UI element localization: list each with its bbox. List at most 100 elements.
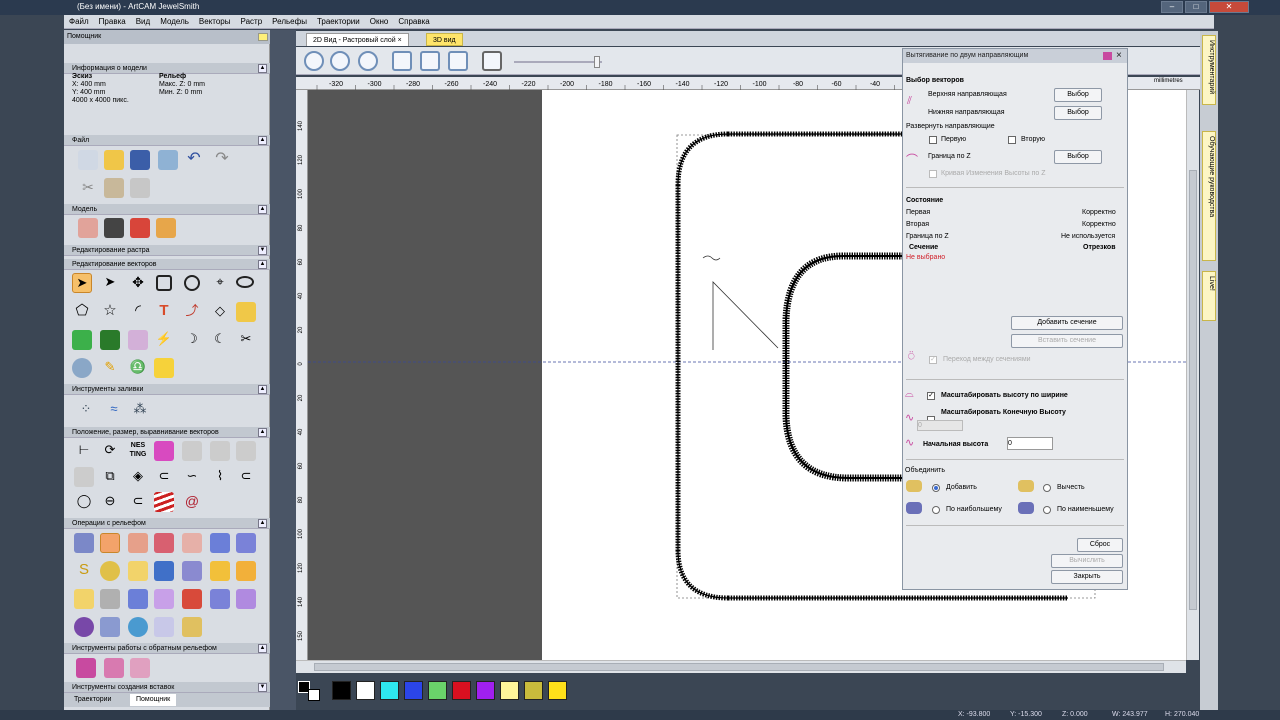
save-relief-icon[interactable]	[210, 589, 230, 609]
collapse-icon[interactable]: ▲	[258, 136, 267, 145]
spin-icon[interactable]	[128, 533, 148, 553]
zoom-fit-icon[interactable]	[420, 51, 440, 71]
two-rail-sweep-icon[interactable]	[182, 533, 202, 553]
zoom-slider-track[interactable]	[514, 61, 602, 63]
panel-splitter[interactable]	[270, 30, 296, 710]
zoom-out-icon[interactable]	[330, 51, 350, 71]
transition-checkbox[interactable]: ✓	[929, 356, 937, 364]
section-fill-tools[interactable]: Инструменты заливки ▲	[64, 384, 270, 395]
collapse-icon[interactable]: ▲	[258, 64, 267, 73]
paste-relief-icon[interactable]	[128, 589, 148, 609]
weave-relief-icon[interactable]	[154, 617, 174, 637]
cut-icon[interactable]: ✂	[78, 178, 98, 198]
star-icon[interactable]: ☆	[100, 302, 120, 322]
expand-icon[interactable]: ▼	[258, 246, 267, 255]
tab-3d-view[interactable]: 3D вид	[426, 33, 463, 46]
menu-model[interactable]: Модель	[155, 15, 194, 28]
dialog-close-icon[interactable]: ×	[1116, 49, 1122, 63]
zoom-previous-icon[interactable]	[358, 51, 378, 71]
paste-icon[interactable]	[130, 178, 150, 198]
combine-max-radio[interactable]	[932, 506, 940, 514]
reset-button[interactable]: Сброс	[1077, 538, 1123, 552]
bake-icon[interactable]	[210, 561, 230, 581]
menu-toolpaths[interactable]: Траектории	[312, 15, 365, 28]
close-dialog-button[interactable]: Закрыть	[1051, 570, 1123, 584]
section-model[interactable]: Модель ▲	[64, 204, 270, 215]
start-height-input[interactable]	[1007, 437, 1053, 450]
new-file-icon[interactable]	[78, 150, 98, 170]
rotate-icon[interactable]: ⟳	[100, 441, 120, 461]
color-swatch[interactable]	[476, 681, 495, 700]
sculpt-icon[interactable]	[236, 533, 256, 553]
nesting-icon[interactable]: NES TING	[128, 441, 148, 461]
vector-text-icon[interactable]: ⤴	[182, 302, 202, 322]
subtract-vectors-icon[interactable]: ⚡	[154, 330, 174, 350]
section-relief-ops[interactable]: Операции с рельефом ▲	[64, 518, 270, 529]
combine-subtract-radio[interactable]	[1043, 484, 1051, 492]
bitmap-to-vector-icon[interactable]	[72, 330, 92, 350]
s-curve-icon[interactable]: S	[74, 561, 94, 581]
vertical-scrollbar[interactable]	[1186, 90, 1199, 660]
ellipse-icon[interactable]	[236, 276, 254, 288]
section-reverse-relief[interactable]: Инструменты работы с обратным рельефом ▲	[64, 643, 270, 654]
close-button[interactable]: ✕	[1209, 1, 1249, 13]
split-icon[interactable]	[236, 441, 256, 461]
stamp-icon[interactable]	[182, 589, 202, 609]
calculate-button[interactable]: Вычислить	[1051, 554, 1123, 568]
reverse-relief-third-icon[interactable]	[130, 658, 150, 678]
node-icon[interactable]: ◇	[210, 302, 230, 322]
fill-pattern-icon[interactable]: ⁘	[76, 400, 96, 420]
arc-icon[interactable]: ◜	[128, 302, 148, 322]
tab-2d-view[interactable]: 2D Вид - Растровый слой ×	[306, 33, 409, 46]
reverse-relief-alt-icon[interactable]	[104, 658, 124, 678]
fill-wave-icon[interactable]: ≈	[104, 400, 124, 420]
scissors-icon[interactable]: ✂	[236, 330, 256, 350]
section-align[interactable]: Положение, размер, выравнивание векторов…	[64, 427, 270, 438]
polygon-icon[interactable]: ⬠	[72, 302, 92, 322]
color-swatch[interactable]	[404, 681, 423, 700]
smooth-icon[interactable]	[128, 561, 148, 581]
collapse-icon[interactable]: ▲	[258, 385, 267, 394]
save-file-icon[interactable]	[130, 150, 150, 170]
menu-bitmap[interactable]: Растр	[236, 15, 268, 28]
color-swatch[interactable]	[356, 681, 375, 700]
fillet-icon[interactable]	[236, 302, 256, 322]
box-relief-icon[interactable]	[182, 617, 202, 637]
select-z-boundary-button[interactable]: Выбор	[1054, 150, 1102, 164]
join-icon[interactable]: ⌇	[210, 467, 230, 487]
trim-icon[interactable]: ☾	[210, 330, 230, 350]
tab-toolbox[interactable]: Инструментарий	[1202, 35, 1216, 105]
menu-file[interactable]: Файл	[64, 15, 94, 28]
collapse-icon[interactable]: ▲	[258, 519, 267, 528]
redo-icon[interactable]: ↷	[212, 150, 232, 170]
zoom-in-icon[interactable]	[304, 51, 324, 71]
color-swatch[interactable]	[452, 681, 471, 700]
block-copy-icon[interactable]: ◈	[128, 467, 148, 487]
transform-icon[interactable]: ✥	[128, 273, 148, 293]
tab-tutorials[interactable]: Обучающие руководства	[1202, 131, 1216, 261]
text-icon[interactable]: T	[154, 302, 174, 322]
menu-reliefs[interactable]: Рельефы	[267, 15, 312, 28]
circle-icon[interactable]	[184, 275, 200, 291]
select-bottom-rail-button[interactable]: Выбор	[1054, 106, 1102, 120]
curve-icon[interactable]: ∽	[182, 467, 202, 487]
model-position-icon[interactable]	[130, 218, 150, 238]
stripes-icon[interactable]	[154, 492, 174, 512]
color-swatch[interactable]	[332, 681, 351, 700]
face-relief-icon[interactable]	[236, 589, 256, 609]
rectangle-icon[interactable]	[156, 275, 172, 291]
align-left-icon[interactable]: ⊢	[74, 441, 94, 461]
node-edit-icon[interactable]: ➤	[100, 273, 120, 293]
fade-icon[interactable]	[182, 561, 202, 581]
view-settings-icon[interactable]	[482, 51, 502, 71]
inner-rail-vector[interactable]	[782, 252, 908, 482]
model-image-icon[interactable]	[156, 218, 176, 238]
open-file-icon[interactable]	[104, 150, 124, 170]
combine-min-radio[interactable]	[1043, 506, 1051, 514]
texture-icon[interactable]	[100, 561, 120, 581]
clipart-icon[interactable]	[100, 589, 120, 609]
color-swatch[interactable]	[524, 681, 543, 700]
star-shape-icon[interactable]	[210, 533, 230, 553]
color-swatch[interactable]	[380, 681, 399, 700]
pin-icon[interactable]	[258, 33, 268, 41]
